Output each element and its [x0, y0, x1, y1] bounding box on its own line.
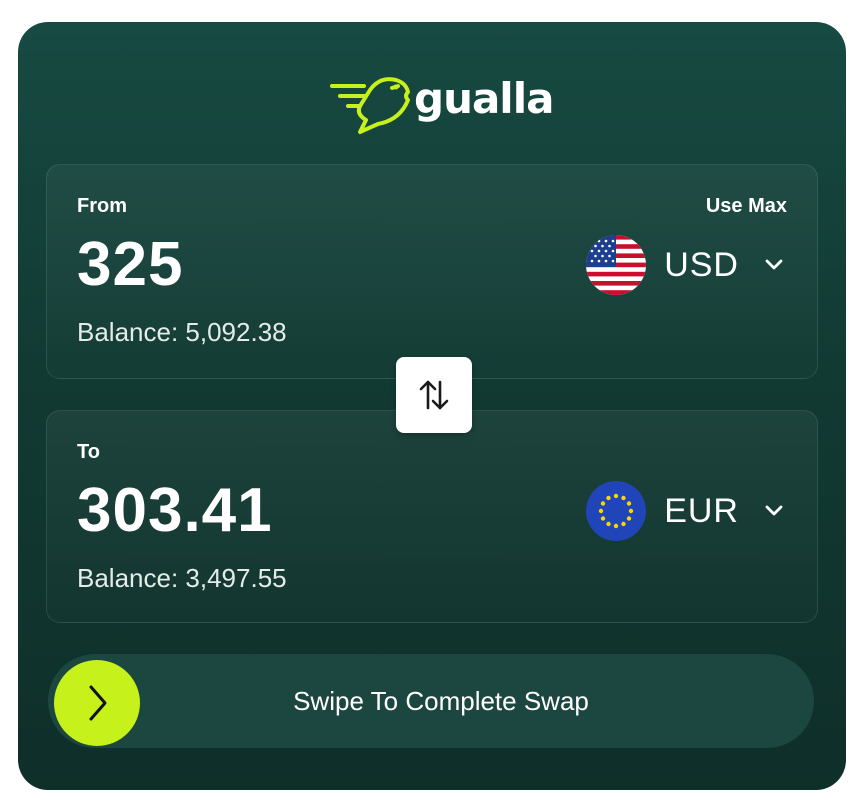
use-max-button[interactable]: Use Max	[706, 195, 787, 218]
to-balance: Balance: 3,497.55	[77, 563, 287, 593]
brand-logo: gualla	[330, 66, 554, 136]
to-panel: To 303.41 Balance: 3,497.55 EUR	[46, 410, 818, 623]
chevron-down-icon	[765, 259, 783, 271]
from-label: From	[77, 195, 127, 217]
from-balance: Balance: 5,092.38	[77, 317, 287, 347]
us-flag-icon	[586, 235, 647, 295]
bird-logo-icon	[330, 77, 410, 134]
brand-name: gualla	[414, 74, 554, 123]
to-label: To	[77, 441, 100, 463]
swap-card: gualla From Use Max 325 Balance: 5,092.3…	[18, 22, 846, 790]
chevron-down-icon	[765, 505, 783, 517]
swipe-label: Swipe To Complete Swap	[293, 686, 589, 716]
eu-flag-icon	[586, 481, 647, 541]
from-amount-input[interactable]: 325	[77, 229, 183, 300]
swap-arrows-icon	[419, 380, 449, 410]
swipe-to-swap-track[interactable]: Swipe To Complete Swap	[48, 654, 814, 748]
to-currency-code: EUR	[664, 491, 739, 530]
swap-direction-button[interactable]	[396, 357, 472, 433]
to-amount: 303.41	[77, 476, 273, 545]
to-currency-select[interactable]: EUR	[586, 481, 783, 541]
from-panel: From Use Max 325 Balance: 5,092.38 USD	[46, 164, 818, 379]
from-currency-select[interactable]: USD	[586, 235, 783, 295]
from-currency-code: USD	[664, 245, 739, 284]
